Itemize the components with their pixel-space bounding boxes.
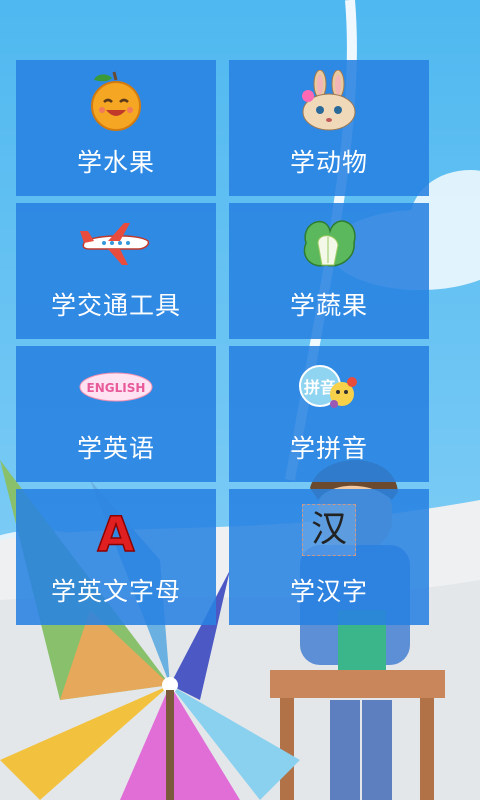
tile-fruit[interactable]: 学水果	[16, 60, 216, 196]
tile-transport[interactable]: 学交通工具	[16, 203, 216, 339]
menu-grid: 学水果 学动物 学交通工具 学蔬果 ENGLISH 学英语 拼音 学拼音 A 学…	[0, 0, 480, 800]
hanzi-icon-text: 汉	[302, 504, 356, 556]
tile-animals-label: 学动物	[289, 148, 368, 177]
tile-vegetables[interactable]: 学蔬果	[229, 203, 429, 339]
hanzi-icon: 汉	[229, 499, 429, 561]
tile-english-label: 学英语	[76, 434, 155, 463]
tile-transport-label: 学交通工具	[50, 291, 181, 320]
airplane-icon	[16, 213, 216, 275]
tile-hanzi-label: 学汉字	[289, 577, 368, 606]
orange-icon	[16, 70, 216, 132]
english-icon: ENGLISH	[16, 356, 216, 418]
tile-pinyin[interactable]: 拼音 学拼音	[229, 346, 429, 482]
tile-pinyin-label: 学拼音	[289, 434, 368, 463]
tile-hanzi[interactable]: 汉 学汉字	[229, 489, 429, 625]
tile-alphabet[interactable]: A 学英文字母	[16, 489, 216, 625]
pinyin-icon: 拼音	[229, 356, 429, 418]
tile-alphabet-label: 学英文字母	[50, 577, 181, 606]
letter-a-icon: A	[16, 499, 216, 561]
english-icon-text: ENGLISH	[87, 381, 146, 395]
letter-a-icon-text: A	[97, 507, 134, 561]
tile-fruit-label: 学水果	[76, 148, 155, 177]
tile-english[interactable]: ENGLISH 学英语	[16, 346, 216, 482]
cabbage-icon	[229, 213, 429, 275]
tile-vegetables-label: 学蔬果	[289, 291, 368, 320]
rabbit-icon	[229, 70, 429, 132]
tile-animals[interactable]: 学动物	[229, 60, 429, 196]
